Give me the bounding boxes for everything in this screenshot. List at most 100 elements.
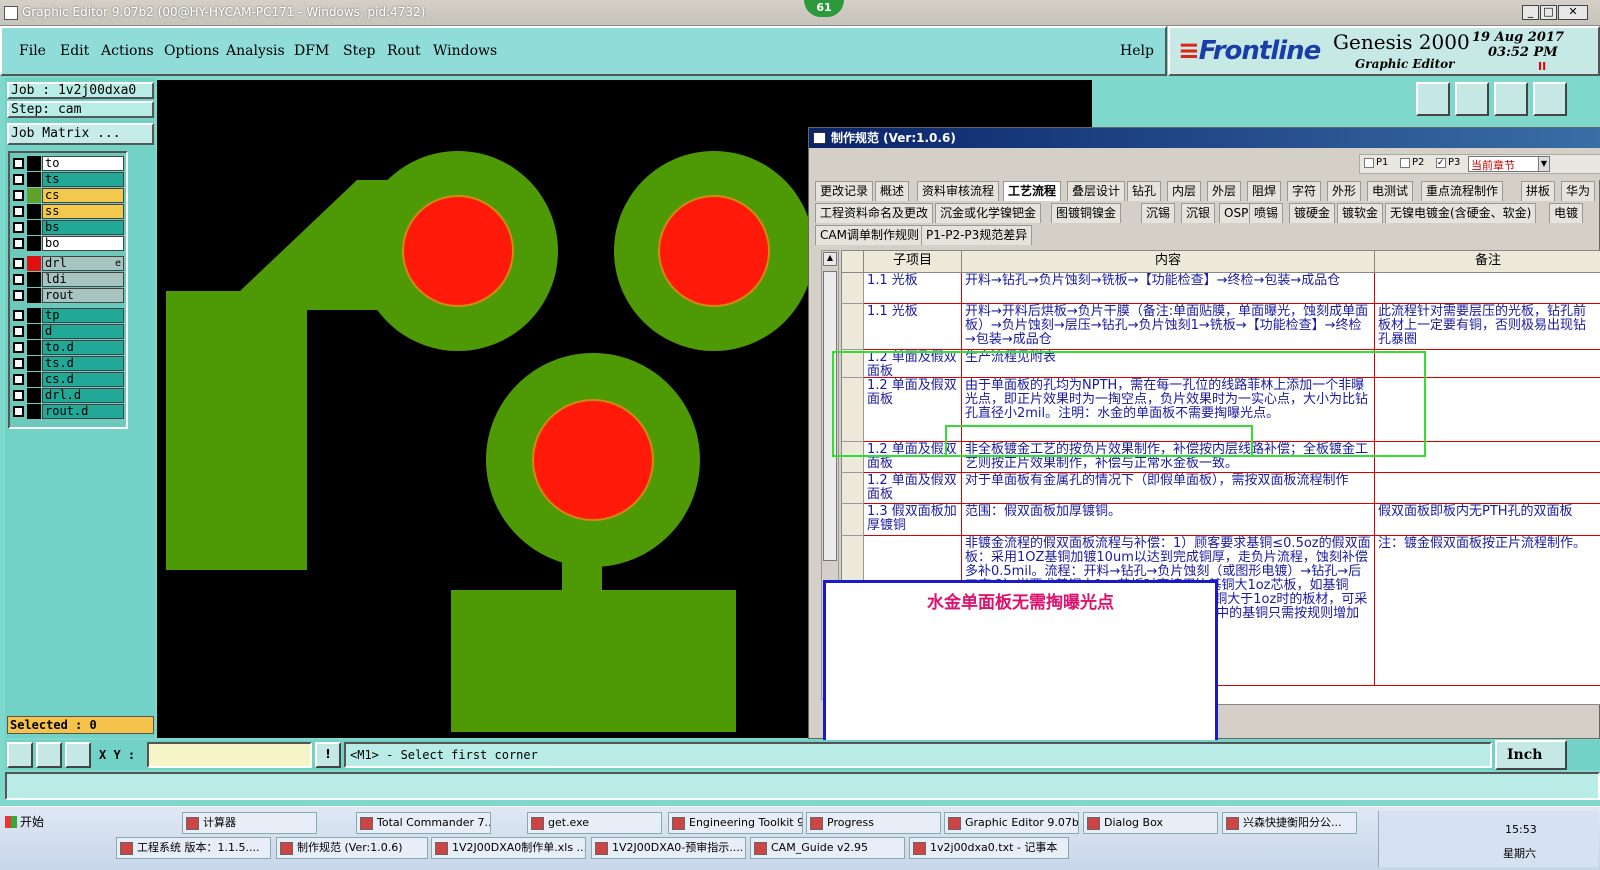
tab-tabs1-3[interactable]: 工艺流程	[1003, 181, 1062, 201]
tab-tabs1-11[interactable]: 电测试	[1367, 181, 1414, 201]
open-job-icon[interactable]	[1416, 82, 1450, 116]
taskbar-item[interactable]: 制作规范 (Ver:1.0.6)	[276, 837, 428, 859]
tab-tabs2-4[interactable]: 沉银	[1181, 203, 1216, 223]
menu-rout[interactable]: Rout	[387, 43, 421, 59]
clock[interactable]: 15:53	[1505, 823, 1537, 836]
alert-icon[interactable]: !	[315, 742, 341, 768]
layer-checkbox[interactable]	[13, 238, 24, 249]
scroll-up-icon[interactable]: ▲	[823, 252, 837, 266]
window-icon[interactable]	[1533, 82, 1567, 116]
job-matrix-button[interactable]: Job Matrix ...	[7, 123, 154, 145]
menu-analysis[interactable]: Analysis	[226, 43, 285, 59]
taskbar-item[interactable]: 1v2j00dxa0.txt - 记事本	[909, 837, 1069, 859]
layer-row-ldi[interactable]: ldi	[10, 272, 124, 287]
layer-row-drl-d[interactable]: drl.d	[10, 388, 124, 403]
layer-checkbox[interactable]	[13, 406, 24, 417]
p3-checkbox[interactable]: ✓	[1436, 158, 1446, 168]
close-button[interactable]: ✕	[1558, 5, 1588, 20]
taskbar-item[interactable]: Dialog Box	[1083, 812, 1218, 834]
taskbar-item[interactable]: 1V2J00DXA0-预审指示....	[591, 837, 746, 859]
tab-tabs2-8[interactable]: 镀软金	[1337, 203, 1384, 223]
tab-tabs2-9[interactable]: 无镍电镀金(含硬金、软金)	[1385, 203, 1537, 223]
menu-windows[interactable]: Windows	[433, 43, 497, 59]
layer-checkbox[interactable]	[13, 274, 24, 285]
tab-tabs1-2[interactable]: 资料审核流程	[917, 181, 1000, 201]
maximize-button[interactable]: □	[1540, 5, 1557, 20]
tab-tabs1-10[interactable]: 外形	[1327, 181, 1362, 201]
taskbar-item[interactable]: Progress	[806, 812, 941, 834]
layer-row-bo[interactable]: bo	[10, 236, 124, 251]
layer-row-to[interactable]: to	[10, 156, 124, 171]
tab-tabs1-5[interactable]: 钻孔	[1127, 181, 1162, 201]
tab-tabs2-7[interactable]: 镀硬金	[1289, 203, 1336, 223]
tab-tabs1-8[interactable]: 阻焊	[1247, 181, 1282, 201]
menu-dfm[interactable]: DFM	[294, 43, 329, 59]
chevron-down-icon[interactable]: ▼	[1538, 156, 1550, 172]
layer-row-d[interactable]: d	[10, 324, 124, 339]
layer-row-tp[interactable]: tp	[10, 308, 124, 323]
layer-checkbox[interactable]	[13, 358, 24, 369]
tab-tabs2-3[interactable]: 沉锡	[1141, 203, 1176, 223]
row-selector[interactable]	[842, 473, 864, 504]
taskbar-item[interactable]: Engineering Toolkit 9....	[668, 812, 803, 834]
unit-button[interactable]: Inch	[1495, 740, 1567, 770]
layer-checkbox[interactable]	[13, 326, 24, 337]
grid-icon[interactable]	[65, 742, 91, 768]
layer-checkbox[interactable]	[13, 290, 24, 301]
tab-tabs1-14[interactable]: 华为	[1561, 181, 1596, 201]
menu-options[interactable]: Options	[164, 43, 219, 59]
layer-checkbox[interactable]	[13, 158, 24, 169]
menu-file[interactable]: File	[19, 43, 46, 59]
layer-row-ss[interactable]: ss	[10, 204, 124, 219]
layer-checkbox[interactable]	[13, 310, 24, 321]
row-selector[interactable]	[842, 304, 864, 350]
tab-tabs1-1[interactable]: 概述	[875, 181, 910, 201]
tab-tabs2-0[interactable]: 工程资料命名及更改	[815, 203, 934, 223]
tab-tabs1-0[interactable]: 更改记录	[815, 181, 874, 201]
tab-tabs2-1[interactable]: 沉金或化学镍钯金	[935, 203, 1042, 223]
layer-row-rout[interactable]: rout	[10, 288, 124, 303]
layer-checkbox[interactable]	[13, 390, 24, 401]
coord-input[interactable]	[147, 742, 312, 768]
p1-checkbox[interactable]	[1364, 158, 1374, 168]
layer-row-bs[interactable]: bs	[10, 220, 124, 235]
tab-tabs1-9[interactable]: 字符	[1287, 181, 1322, 201]
section-select[interactable]: 当前章节	[1468, 156, 1540, 172]
tab-tabs1-12[interactable]: 重点流程制作	[1421, 181, 1504, 201]
taskbar-item[interactable]: get.exe	[527, 812, 662, 834]
layer-checkbox[interactable]	[13, 342, 24, 353]
layer-checkbox[interactable]	[13, 258, 24, 269]
layer-checkbox[interactable]	[13, 222, 24, 233]
tab-tabs1-6[interactable]: 内层	[1167, 181, 1202, 201]
taskbar-item[interactable]: 计算器	[182, 812, 317, 834]
layer-row-ts[interactable]: ts	[10, 172, 124, 187]
save-job-icon[interactable]	[1455, 82, 1489, 116]
row-selector[interactable]	[842, 273, 864, 304]
pause-icon[interactable]: II	[1538, 60, 1546, 73]
row-selector[interactable]	[842, 504, 864, 536]
tab-tabs1-7[interactable]: 外层	[1207, 181, 1242, 201]
menu-help[interactable]: Help	[1120, 43, 1154, 59]
home-icon[interactable]	[1494, 82, 1528, 116]
minimize-button[interactable]: _	[1522, 5, 1539, 20]
taskbar-item[interactable]: 兴森快捷衡阳分公...	[1222, 812, 1357, 834]
tab-tabs3-1[interactable]: P1-P2-P3规范差异	[921, 225, 1033, 245]
layer-checkbox[interactable]	[13, 374, 24, 385]
tab-tabs3-0[interactable]: CAM调单制作规则	[815, 225, 924, 245]
layer-row-rout-d[interactable]: rout.d	[10, 404, 124, 419]
menu-edit[interactable]: Edit	[60, 43, 89, 59]
taskbar-item[interactable]: CAM_Guide v2.95	[750, 837, 905, 859]
taskbar-item[interactable]: 工程系统 版本：1.1.5....	[116, 837, 271, 859]
layer-row-drl[interactable]: drl e	[10, 256, 124, 271]
p2-checkbox[interactable]	[1400, 158, 1410, 168]
layer-checkbox[interactable]	[13, 206, 24, 217]
menu-actions[interactable]: Actions	[101, 43, 154, 59]
zoom-area-icon[interactable]	[7, 742, 33, 768]
layer-row-ts-d[interactable]: ts.d	[10, 356, 124, 371]
taskbar-item[interactable]: 1V2J00DXA0制作单.xls ...	[431, 837, 586, 859]
layer-row-to-d[interactable]: to.d	[10, 340, 124, 355]
tab-tabs1-4[interactable]: 叠层设计	[1067, 181, 1126, 201]
layer-checkbox[interactable]	[13, 190, 24, 201]
tab-tabs2-6[interactable]: 喷锡	[1249, 203, 1284, 223]
measure-icon[interactable]	[36, 742, 62, 768]
